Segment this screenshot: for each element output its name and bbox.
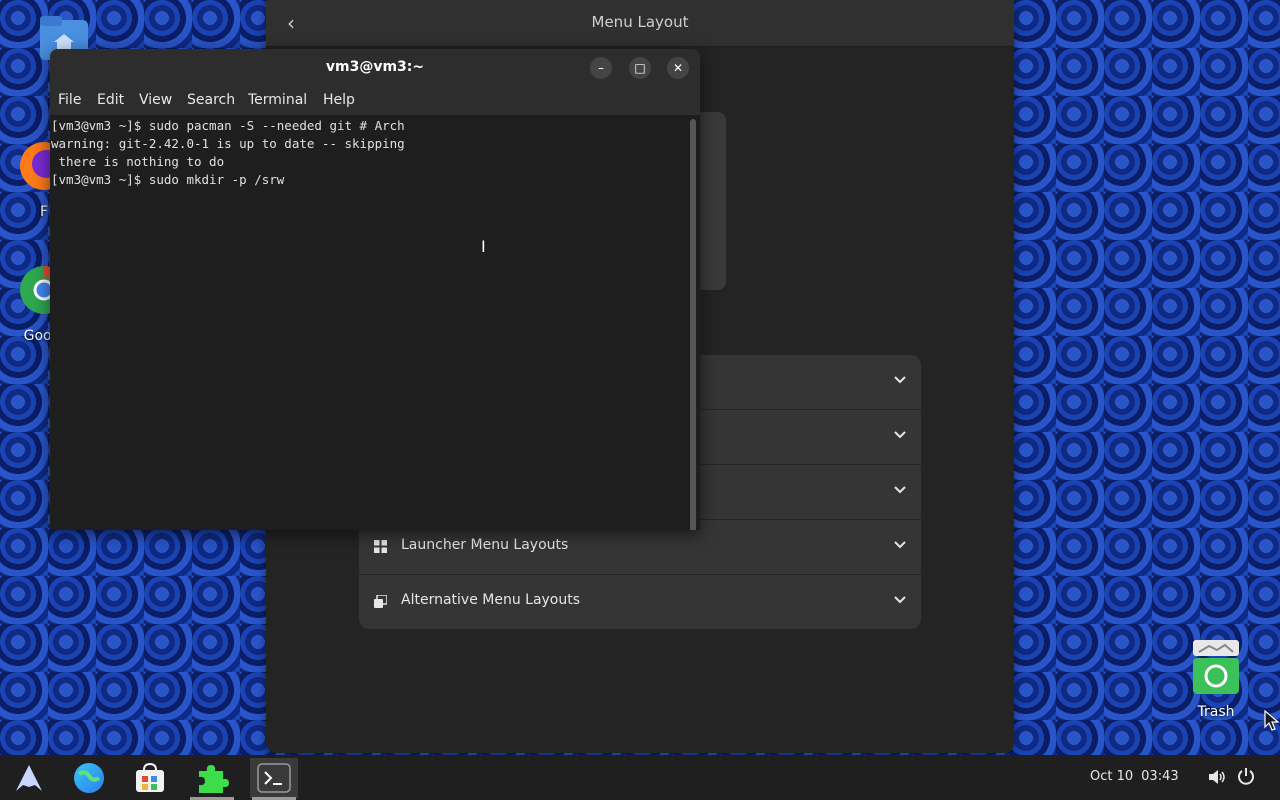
settings-title: Menu Layout [591,13,689,31]
minimize-icon: – [598,61,604,75]
terminal-output[interactable]: [vm3@vm3 ~]$ sudo pacman -S --needed git… [50,115,688,530]
desktop-icon-trash-label: Trash [1197,704,1235,720]
terminal-line: [vm3@vm3 ~]$ sudo mkdir -p /srw [51,172,285,187]
desktop-icon-firefox-label: F [39,204,49,220]
taskbar-store[interactable] [126,758,174,798]
maximize-button[interactable]: □ [629,57,651,79]
terminal-icon [257,763,291,793]
layout-row-label: Alternative Menu Layouts [401,592,581,608]
software-store-icon [136,762,164,792]
taskbar-launcher[interactable] [5,758,53,798]
menu-search[interactable]: Search [187,92,235,108]
trash-icon [1176,640,1256,698]
extensions-puzzle-icon [199,765,229,793]
power-icon[interactable] [1237,767,1255,785]
grid-icon [374,540,387,553]
ibeam-cursor-icon: I [481,237,486,256]
chevron-down-icon [894,596,906,604]
clock-date: Oct 10 [1090,769,1134,784]
taskbar-extensions[interactable] [188,758,236,800]
maximize-icon: □ [634,61,646,75]
clock-time: 03:43 [1141,769,1179,784]
clock[interactable]: Oct 10 03:43 [1090,769,1187,784]
desktop-icon-trash[interactable]: Trash [1176,640,1256,720]
terminal-window[interactable]: vm3@vm3:~ – □ ✕ File Edit View Search Te… [50,49,700,530]
terminal-titlebar[interactable]: vm3@vm3:~ – □ ✕ [50,49,700,86]
taskbar-browser[interactable] [65,758,113,798]
taskbar-terminal[interactable] [250,758,298,800]
minimize-button[interactable]: – [590,57,612,79]
terminal-line: [vm3@vm3 ~]$ sudo pacman -S --needed git… [51,118,405,133]
menu-file[interactable]: File [58,92,81,108]
menu-terminal[interactable]: Terminal [248,92,307,108]
chevron-down-icon [894,486,906,494]
chevron-down-icon [894,431,906,439]
taskbar: Oct 10 03:43 [0,755,1280,800]
terminal-menubar: File Edit View Search Terminal Help [50,86,700,115]
menu-help[interactable]: Help [323,92,355,108]
close-icon: ✕ [672,61,684,75]
chevron-down-icon [894,376,906,384]
chevron-down-icon [894,541,906,549]
mouse-pointer-icon [1264,710,1280,731]
terminal-scrollbar[interactable] [690,119,696,530]
close-button[interactable]: ✕ [667,57,689,79]
stack-icon [374,595,387,608]
arch-launcher-icon [16,765,42,791]
layout-row-label: Launcher Menu Layouts [401,537,569,553]
menu-edit[interactable]: Edit [97,92,124,108]
layout-row-alternative[interactable]: Alternative Menu Layouts [359,575,921,629]
terminal-line: warning: git-2.42.0-1 is up to date -- s… [51,136,405,151]
volume-icon[interactable] [1207,767,1227,787]
menu-view[interactable]: View [139,92,172,108]
terminal-line: there is nothing to do [51,154,225,169]
settings-header: ‹ Menu Layout [266,0,1014,47]
browser-globe-icon [74,763,104,793]
